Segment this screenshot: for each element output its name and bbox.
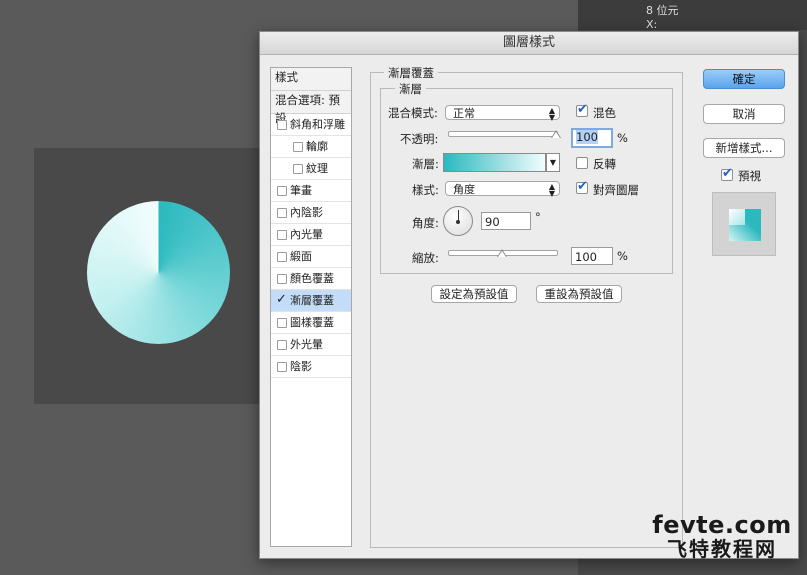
style-item-label: 內光暈 [290,228,323,241]
opacity-label: 不透明: [400,132,439,146]
style-item-checkbox[interactable] [277,186,287,196]
gradient-picker[interactable] [443,153,546,172]
style-item[interactable]: 緞面 [271,246,351,268]
blend-mode-select[interactable]: 正常 ▲ ▼ [445,105,560,122]
preview-checkbox[interactable] [721,166,733,181]
style-item-label: 陰影 [290,360,312,373]
make-default-button[interactable]: 設定為預設值 [431,285,517,303]
style-item-label: 外光暈 [290,338,323,351]
style-item[interactable]: 內光暈 [271,224,351,246]
new-style-button[interactable]: 新增樣式... [703,138,785,158]
gradient-style-value: 角度 [453,183,475,196]
style-item-checkbox[interactable] [277,252,287,262]
panel-header-strip [578,0,807,30]
degree-symbol: ° [535,210,541,224]
reverse-checkbox[interactable] [576,157,588,169]
opacity-percent: % [617,131,628,145]
checkmark-icon[interactable]: ✓ [276,289,287,311]
style-list-header[interactable]: 樣式 [271,68,351,91]
style-item-checkbox[interactable] [293,164,303,174]
style-item-label: 筆畫 [290,184,312,197]
style-item-checkbox[interactable] [293,142,303,152]
select-arrows-icon: ▲ ▼ [548,182,555,198]
style-item-label: 漸層覆蓋 [290,294,334,307]
style-item-checkbox[interactable] [277,230,287,240]
reverse-label: 反轉 [593,157,616,171]
style-item-checkbox[interactable] [277,274,287,284]
style-item-label: 顏色覆蓋 [290,272,334,285]
watermark-line2: 飞特教程网 [667,537,777,561]
blend-mode-label: 混合模式: [388,106,438,120]
style-item-checkbox[interactable] [277,120,287,130]
reset-default-button[interactable]: 重設為預設值 [536,285,622,303]
style-item-label: 內陰影 [290,206,323,219]
style-item[interactable]: 圖樣覆蓋 [271,312,351,334]
gradient-style-select[interactable]: 角度 ▲ ▼ [445,181,560,198]
cancel-button[interactable]: 取消 [703,104,785,124]
watermark-logo: fevte.com 飞特教程网 [637,512,807,560]
select-arrows-icon: ▲ ▼ [548,106,555,122]
style-item-checkbox[interactable] [277,318,287,328]
bit-depth-label: 8 位元 [646,4,679,17]
style-item[interactable]: 輪廓 [271,136,351,158]
watermark-line1: fevte.com [652,511,792,539]
style-item-label: 輪廓 [306,140,328,153]
style-item[interactable]: 筆畫 [271,180,351,202]
style-item-checkbox[interactable] [277,362,287,372]
style-item[interactable]: 外光暈 [271,334,351,356]
gradient-overlay-title: 漸層覆蓋 [384,65,438,81]
opacity-input[interactable]: 100 [571,128,613,148]
style-item[interactable]: ✓ 漸層覆蓋 [271,290,351,312]
style-item-label: 圖樣覆蓋 [290,316,334,329]
style-item[interactable]: 內陰影 [271,202,351,224]
style-list: 樣式 混合選項: 預設 斜角和浮雕 輪廓 紋理 筆畫 內陰影 內光暈 緞面 顏色覆蓋 ✓ 漸層覆蓋… [270,67,352,547]
style-item-label: 紋理 [306,162,328,175]
dither-label: 混色 [593,106,616,120]
style-item[interactable]: 陰影 [271,356,351,378]
ok-button[interactable]: 確定 [703,69,785,89]
gradient-group-title: 漸層 [395,81,426,97]
scale-percent: % [617,249,628,263]
angle-label: 角度: [412,216,439,230]
gradient-label: 漸層: [412,157,439,171]
style-item-label: 緞面 [290,250,312,263]
scale-slider-knob[interactable] [497,249,507,257]
angle-input[interactable]: 90 [481,212,531,230]
opacity-slider[interactable] [448,131,558,137]
scale-label: 縮放: [412,251,439,265]
coordinate-label: X: [646,18,658,31]
style-items: 斜角和浮雕 輪廓 紋理 筆畫 內陰影 內光暈 緞面 顏色覆蓋 ✓ 漸層覆蓋 圖樣覆蓋 外光暈 陰影 [271,114,351,378]
style-item[interactable]: 顏色覆蓋 [271,268,351,290]
style-label: 樣式: [412,183,439,197]
align-with-layer-checkbox[interactable] [576,179,588,194]
blend-mode-value: 正常 [453,107,475,120]
dither-checkbox[interactable] [576,102,588,117]
layer-style-dialog: 圖層樣式 樣式 混合選項: 預設 斜角和浮雕輪廓紋理筆畫內陰影內光暈緞面顏色覆蓋… [259,31,799,559]
align-with-layer-label: 對齊圖層 [593,183,639,197]
style-preview-thumbnail [712,192,776,256]
angle-gradient-circle [87,201,230,344]
preview-label: 預視 [738,169,761,183]
scale-input[interactable]: 100 [571,247,613,265]
gradient-dropdown-icon[interactable]: ▼ [546,153,560,172]
style-item-label: 斜角和浮雕 [290,118,345,131]
angle-dial[interactable] [443,206,473,236]
style-item[interactable]: 紋理 [271,158,351,180]
dialog-title: 圖層樣式 [260,32,798,55]
blend-options-item[interactable]: 混合選項: 預設 [271,91,351,125]
document-canvas[interactable] [34,148,292,404]
opacity-value: 100 [576,130,598,144]
style-item-checkbox[interactable] [277,340,287,350]
style-item-checkbox[interactable] [277,208,287,218]
preview-swatch [729,209,761,241]
opacity-slider-knob[interactable] [551,130,561,138]
style-item[interactable]: 斜角和浮雕 [271,114,351,136]
